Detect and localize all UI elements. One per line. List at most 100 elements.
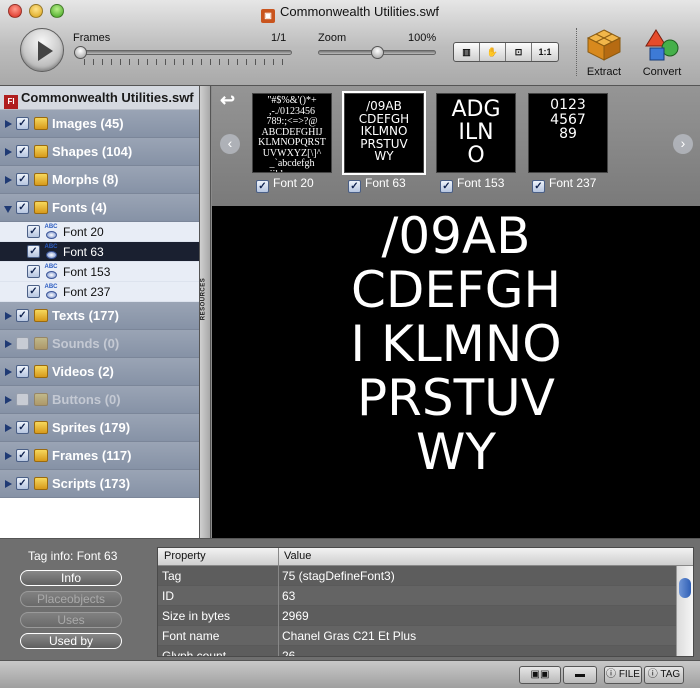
category-checkbox[interactable]: ✓ [16,145,29,158]
disclosure-triangle-icon[interactable] [5,340,12,348]
disclosure-triangle-icon[interactable] [5,120,12,128]
table-row[interactable]: Glyph count 26 [158,646,693,656]
disclosure-triangle-icon[interactable] [5,396,12,404]
scroll-left-button[interactable]: ‹ [220,134,240,154]
thumbnail-label[interactable]: ✓ Font 237 [532,175,596,193]
disclosure-triangle-icon[interactable] [5,424,12,432]
value-column-header[interactable]: Value [284,550,311,562]
view-grid-toggle[interactable]: ▣▣ [519,666,561,684]
placeobjects-button[interactable]: Placeobjects [20,591,122,607]
thumbnail-checkbox[interactable]: ✓ [440,180,453,193]
zoom-value: 100% [408,32,437,44]
category-checkbox[interactable]: ✓ [16,309,29,322]
font-item-label: Font 153 [63,265,111,279]
uses-button[interactable]: Uses [20,612,122,628]
category-morphs[interactable]: ✓ Morphs (8) [0,166,199,194]
column-divider[interactable] [278,548,279,656]
table-row[interactable]: Tag 75 (stagDefineFont3) [158,566,693,586]
category-checkbox[interactable]: ✓ [16,421,29,434]
category-checkbox[interactable] [16,393,29,406]
category-fonts[interactable]: ✓ Fonts (4) [0,194,199,222]
category-frames[interactable]: ✓ Frames (117) [0,442,199,470]
category-checkbox[interactable]: ✓ [16,117,29,130]
font-item[interactable]: ✓ ABC Font 153 [0,262,199,282]
disclosure-triangle-icon[interactable] [5,452,12,460]
bar-view-toggle[interactable]: ▬ [563,666,597,684]
category-checkbox[interactable]: ✓ [16,201,29,214]
info-button[interactable]: Info [20,570,122,586]
table-scrollbar[interactable] [676,566,693,656]
font-item[interactable]: ✓ ABC Font 237 [0,282,199,302]
font-checkbox[interactable]: ✓ [27,265,40,278]
disclosure-triangle-icon[interactable] [5,368,12,376]
used-by-button[interactable]: Used by [20,633,122,649]
disclosure-triangle-icon[interactable] [4,206,12,213]
category-texts[interactable]: ✓ Texts (177) [0,302,199,330]
disclosure-triangle-icon[interactable] [5,176,12,184]
window-title: ▣ Commonwealth Utilities.swf [0,4,700,23]
category-checkbox[interactable] [16,337,29,350]
frames-slider-knob[interactable] [74,46,87,59]
font-item[interactable]: ✓ ABC Font 63 [0,242,199,262]
actual-size-button[interactable]: 1:1 [532,43,558,61]
category-checkbox[interactable]: ✓ [16,173,29,186]
resources-collapse-handle[interactable]: RESOURCES [200,86,211,538]
font-thumbnail[interactable]: ADG ILN O [436,93,516,173]
table-body: Tag 75 (stagDefineFont3) ID 63 Size in bytes… [158,566,693,656]
table-row[interactable]: Size in bytes 2969 [158,606,693,626]
swf-file-icon: ▣ [261,9,276,23]
convert-button[interactable]: Convert [638,28,686,78]
font-thumbnail[interactable]: 0123 4567 89 [528,93,608,173]
zoom-slider-knob[interactable] [370,46,384,59]
category-label: Shapes (104) [52,144,133,159]
sidebar-file-header[interactable]: Fl Commonwealth Utilities.swf [0,86,199,110]
thumbnail-checkbox[interactable]: ✓ [256,180,269,193]
tag-info-button[interactable]: ⓘ TAG [644,666,684,684]
category-shapes[interactable]: ✓ Shapes (104) [0,138,199,166]
thumbnail-label[interactable]: ✓ Font 20 [256,175,314,193]
category-sprites[interactable]: ✓ Sprites (179) [0,414,199,442]
scroll-right-button[interactable]: › [673,134,693,154]
font-thumbnail[interactable]: /09AB CDEFGH IKLMNO PRSTUV WY [344,93,424,173]
scrollbar-thumb[interactable] [679,578,691,598]
font-checkbox[interactable]: ✓ [27,285,40,298]
category-label: Morphs (8) [52,172,119,187]
file-info-button[interactable]: ⓘ FILE [604,666,642,684]
category-sounds[interactable]: Sounds (0) [0,330,199,358]
hand-tool-icon[interactable]: ✋ [480,43,506,61]
film-strip-view-icon[interactable]: ▥ [454,43,480,61]
font-item[interactable]: ✓ ABC Font 20 [0,222,199,242]
extract-button[interactable]: Extract [580,28,628,78]
font-thumbnail[interactable]: "#$%&'()*+ ,-./0123456 789:;<=>?@ ABCDEF… [252,93,332,173]
category-scripts[interactable]: ✓ Scripts (173) [0,470,199,498]
thumbnail-label[interactable]: ✓ Font 63 [348,175,406,193]
disclosure-triangle-icon[interactable] [5,312,12,320]
play-button[interactable] [20,28,64,72]
category-images[interactable]: ✓ Images (45) [0,110,199,138]
table-row[interactable]: Font name Chanel Gras C21 Et Plus [158,626,693,646]
category-buttons[interactable]: Buttons (0) [0,386,199,414]
font-resource-icon: ABC [44,284,58,300]
thumbnail-label[interactable]: ✓ Font 153 [440,175,504,193]
category-checkbox[interactable]: ✓ [16,365,29,378]
back-arrow-icon[interactable]: ↩ [220,90,235,111]
fit-view-icon[interactable]: ⊡ [506,43,532,61]
category-checkbox[interactable]: ✓ [16,449,29,462]
category-checkbox[interactable]: ✓ [16,477,29,490]
disclosure-triangle-icon[interactable] [5,148,12,156]
font-checkbox[interactable]: ✓ [27,225,40,238]
font-resource-icon: ABC [44,264,58,280]
preview-glyphs: /09AB CDEFGH I KLMNO PRSTUV WY [350,207,562,481]
property-column-header[interactable]: Property [164,550,206,562]
category-videos[interactable]: ✓ Videos (2) [0,358,199,386]
thumbnail-checkbox[interactable]: ✓ [348,180,361,193]
disclosure-triangle-icon[interactable] [5,480,12,488]
folder-icon [34,145,48,158]
thumbnail-checkbox[interactable]: ✓ [532,180,545,193]
frames-slider[interactable] [74,50,292,55]
font-checkbox[interactable]: ✓ [27,245,40,258]
toolbar-separator [576,28,577,76]
category-label: Fonts (4) [52,200,107,215]
table-row[interactable]: ID 63 [158,586,693,606]
value-cell: Chanel Gras C21 Et Plus [282,629,417,643]
